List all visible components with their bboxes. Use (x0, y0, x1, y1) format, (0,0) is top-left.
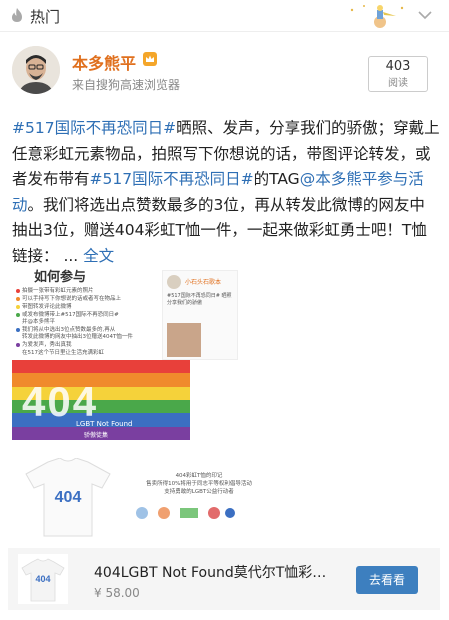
flag-404-text: 404 (22, 378, 99, 425)
sample-post-text: #517国际不再恐同日# 晒照 分享我们的骄傲 (167, 293, 232, 306)
read-count-label: 阅读 (388, 78, 408, 89)
top-bar: 热门 (0, 0, 449, 32)
thumbnail-print: 404 (35, 574, 50, 584)
flag-stripe (12, 360, 190, 374)
chevron-down-icon[interactable] (418, 10, 432, 20)
hashtag-link[interactable]: #517国际不再恐同日# (12, 119, 176, 137)
read-count-badge: 403 阅读 (368, 56, 428, 92)
member-crown-icon (143, 52, 157, 66)
post-source: 来自搜狗高速浏览器 (72, 78, 181, 92)
sample-username: 小石头石歌本 (185, 279, 222, 286)
how-to-line: 转发此微博的网友中抽出3位赠送404T恤一件 (22, 334, 133, 340)
fire-icon (12, 8, 22, 22)
hashtag-link[interactable]: #517国际不再恐同日# (90, 170, 254, 188)
sponsor-logos (136, 507, 235, 519)
hot-tab-label[interactable]: 热门 (30, 6, 60, 27)
sample-avatar (167, 275, 181, 289)
how-to-line: 在517这个节日里让生活充满彩虹 (22, 350, 104, 356)
little-prince-decoration (350, 5, 404, 28)
how-to-participate-panel: 如何参与 拍摄一张带有彩虹元素的照片 可以手持写下你想说的话或者写在物品上 带图… (12, 262, 162, 360)
post-body-text: #517国际不再恐同日#晒照、发声，分享我们的骄傲；穿戴上任意彩虹元素物品，拍照… (12, 116, 440, 269)
how-to-line: 带图转发评论此微博 (16, 302, 72, 310)
flag-caption: 骄傲徒集 (84, 432, 109, 439)
product-thumbnail: 404 (18, 554, 68, 604)
product-card[interactable]: 404 404LGBT Not Found莫代尔T恤彩… ¥ 58.00 去看看 (8, 548, 440, 610)
sample-weibo-card: 小石头石歌本 #517国际不再恐同日# 晒照 分享我们的骄傲 (162, 270, 238, 360)
how-to-line: 为爱发声，秀出真我 (16, 340, 72, 348)
how-to-line: 并@本多熊平 (22, 319, 56, 325)
read-count: 403 (385, 59, 411, 74)
post-header: 本多熊平 来自搜狗高速浏览器 403 阅读 (0, 36, 449, 106)
rainbow-flag-banner: 404 LGBT Not Found 骄傲徒集 (12, 360, 190, 440)
go-see-button[interactable]: 去看看 (356, 566, 418, 594)
how-to-line: 拍摄一张带有彩虹元素的照片 (16, 286, 94, 294)
how-to-title: 如何参与 (34, 270, 87, 285)
avatar[interactable] (12, 46, 60, 94)
tshirt-image: 404 (25, 458, 111, 537)
tshirt-description: 404彩虹T恤的印记 售卖所得10%将用于同志平等权利倡导活动 支持勇敢的LGB… (146, 473, 252, 495)
username[interactable]: 本多熊平 (72, 50, 136, 74)
tshirt-print: 404 (55, 489, 82, 506)
how-to-line: 可以手持写下你想说的话或者写在物品上 (16, 294, 121, 302)
post-text-part: 的TAG (253, 170, 300, 188)
flag-subtitle: LGBT Not Found (76, 420, 133, 428)
product-price: ¥ 58.00 (94, 586, 140, 600)
sample-photo (167, 323, 201, 357)
post-image[interactable]: 如何参与 拍摄一张带有彩虹元素的照片 可以手持写下你想说的话或者写在物品上 带图… (12, 262, 438, 540)
product-name[interactable]: 404LGBT Not Found莫代尔T恤彩… (94, 562, 326, 582)
